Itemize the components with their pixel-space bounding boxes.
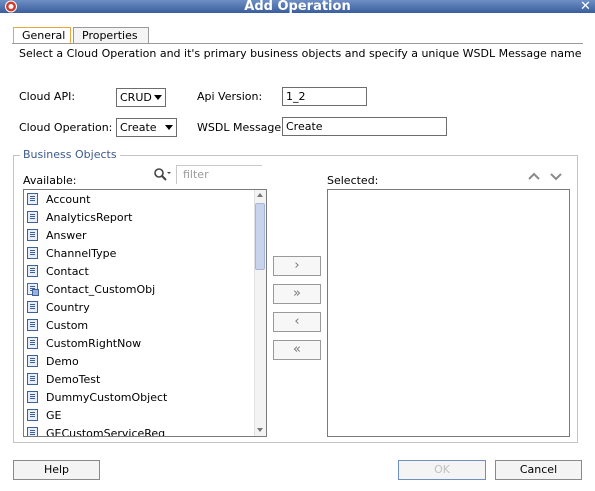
tab-properties[interactable]: Properties	[73, 27, 149, 43]
wsdl-message-value: Create	[286, 120, 323, 133]
help-button[interactable]: Help	[13, 460, 100, 480]
list-item-label: Country	[46, 301, 90, 314]
scroll-down-icon[interactable]	[257, 428, 263, 432]
list-item[interactable]: Account	[24, 191, 254, 209]
document-icon	[27, 193, 38, 205]
close-icon[interactable]: ✕	[576, 0, 595, 13]
move-down-icon[interactable]	[549, 170, 563, 182]
list-item[interactable]: GECustomServiceReq	[24, 425, 254, 437]
list-item-label: Account	[46, 193, 91, 206]
list-item[interactable]: DemoTest	[24, 371, 254, 389]
title-bar: Add Operation	[0, 0, 595, 13]
document-icon	[27, 355, 38, 367]
list-item-label: DummyCustomObject	[46, 391, 168, 404]
list-item[interactable]: Demo	[24, 353, 254, 371]
remove-all-button[interactable]: «	[273, 340, 321, 360]
list-item-label: GE	[46, 409, 62, 422]
add-all-button[interactable]: »	[273, 284, 321, 304]
list-item[interactable]: Contact_CustomObj	[24, 281, 254, 299]
document-icon	[27, 301, 38, 313]
list-item-label: ChannelType	[46, 247, 117, 260]
wsdl-message-field[interactable]: Create	[282, 117, 447, 136]
remove-button[interactable]: ‹	[273, 312, 321, 332]
search-icon[interactable]	[152, 166, 174, 184]
add-button[interactable]: ›	[273, 256, 321, 276]
cancel-button[interactable]: Cancel	[495, 460, 582, 480]
tab-properties-label: Properties	[82, 29, 138, 42]
custom-object-icon	[27, 283, 39, 296]
wsdl-message-label: WSDL Message:	[197, 121, 285, 134]
document-icon	[27, 247, 38, 259]
filter-input[interactable]: filter	[176, 165, 262, 184]
list-item-label: GECustomServiceReq	[46, 427, 166, 437]
list-item[interactable]: Custom	[24, 317, 254, 335]
list-item[interactable]: ChannelType	[24, 245, 254, 263]
document-icon	[27, 373, 38, 385]
list-item[interactable]: CustomRightNow	[24, 335, 254, 353]
cloud-api-value: CRUD	[120, 91, 152, 104]
chevron-right-icon: ›	[294, 258, 300, 273]
api-version-value: 1_2	[286, 90, 306, 103]
chevron-down-icon	[154, 95, 162, 100]
ok-button-label: OK	[434, 463, 450, 476]
scroll-thumb[interactable]	[255, 203, 265, 270]
double-chevron-right-icon: »	[293, 286, 301, 301]
move-up-icon[interactable]	[527, 170, 541, 182]
api-version-label: Api Version:	[197, 90, 263, 103]
cancel-button-label: Cancel	[519, 463, 558, 476]
list-item[interactable]: GE	[24, 407, 254, 425]
filter-placeholder: filter	[183, 168, 209, 181]
list-item[interactable]: AnalyticsReport	[24, 209, 254, 227]
document-icon	[27, 391, 38, 403]
chevron-left-icon: ‹	[294, 314, 300, 329]
cloud-api-label: Cloud API:	[19, 90, 76, 103]
list-item-label: CustomRightNow	[46, 337, 142, 350]
app-icon	[4, 0, 18, 13]
cloud-operation-combo[interactable]: Create	[116, 118, 177, 137]
business-objects-title: Business Objects	[20, 148, 120, 162]
document-icon	[27, 427, 38, 436]
document-icon	[27, 337, 38, 349]
tab-general-label: General	[22, 29, 66, 42]
list-item[interactable]: DummyCustomObject	[24, 389, 254, 407]
tab-divider	[12, 43, 583, 44]
document-icon	[27, 409, 38, 421]
list-item-label: Answer	[46, 229, 87, 242]
list-item-label: Contact	[46, 265, 89, 278]
double-chevron-left-icon: «	[293, 342, 301, 357]
ok-button[interactable]: OK	[398, 460, 486, 480]
list-item-label: Custom	[46, 319, 89, 332]
list-item-label: Demo	[46, 355, 79, 368]
chevron-down-icon	[165, 125, 173, 130]
description-text: Select a Cloud Operation and it's primar…	[19, 47, 582, 60]
available-label: Available:	[23, 174, 77, 187]
selected-list[interactable]	[327, 189, 570, 437]
list-item-label: DemoTest	[46, 373, 101, 386]
list-item[interactable]: Contact	[24, 263, 254, 281]
window-title: Add Operation	[244, 0, 351, 14]
list-item-label: Contact_CustomObj	[46, 283, 156, 296]
selected-label: Selected:	[327, 174, 379, 187]
document-icon	[27, 265, 38, 277]
cloud-api-combo[interactable]: CRUD	[116, 88, 166, 107]
available-list[interactable]: Account AnalyticsReport Answer ChannelTy…	[23, 189, 267, 437]
api-version-field[interactable]: 1_2	[282, 87, 367, 106]
list-item-label: AnalyticsReport	[46, 211, 133, 224]
cloud-operation-value: Create	[120, 121, 157, 134]
document-icon	[27, 229, 38, 241]
list-item[interactable]: Country	[24, 299, 254, 317]
cloud-operation-label: Cloud Operation:	[19, 121, 113, 134]
scroll-up-icon[interactable]	[257, 193, 263, 197]
list-item[interactable]: Answer	[24, 227, 254, 245]
tab-general[interactable]: General	[13, 27, 71, 43]
help-button-label: Help	[43, 463, 70, 476]
document-icon	[27, 211, 38, 223]
document-icon	[27, 319, 38, 331]
